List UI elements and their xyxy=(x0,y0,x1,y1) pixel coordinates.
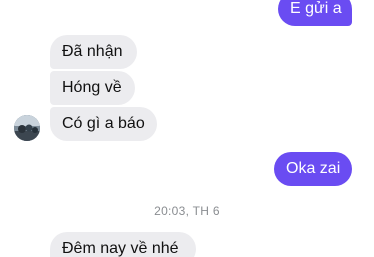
message-text: Có gì a báo xyxy=(62,115,145,132)
message-text: Hóng về xyxy=(62,79,122,96)
outgoing-message[interactable]: Oka zai xyxy=(274,152,352,186)
message-thread: E gửi a Đã nhận Hóng về Có gì a báo Oka … xyxy=(0,0,374,257)
message-text: Đã nhận xyxy=(62,43,123,60)
incoming-message[interactable]: Đã nhận xyxy=(50,35,137,69)
incoming-message[interactable]: Hóng về xyxy=(50,71,135,105)
outgoing-message[interactable]: E gửi a xyxy=(278,0,352,26)
timestamp-divider: 20:03, TH 6 xyxy=(154,204,220,218)
contact-avatar[interactable] xyxy=(14,115,40,141)
avatar-icon xyxy=(14,115,40,141)
incoming-message[interactable]: Đêm nay về nhé xyxy=(50,232,196,257)
incoming-message[interactable]: Có gì a báo xyxy=(50,107,157,141)
message-text: Đêm nay về nhé xyxy=(62,240,179,257)
message-text: E gửi a xyxy=(290,0,342,17)
message-text: Oka zai xyxy=(286,160,341,177)
